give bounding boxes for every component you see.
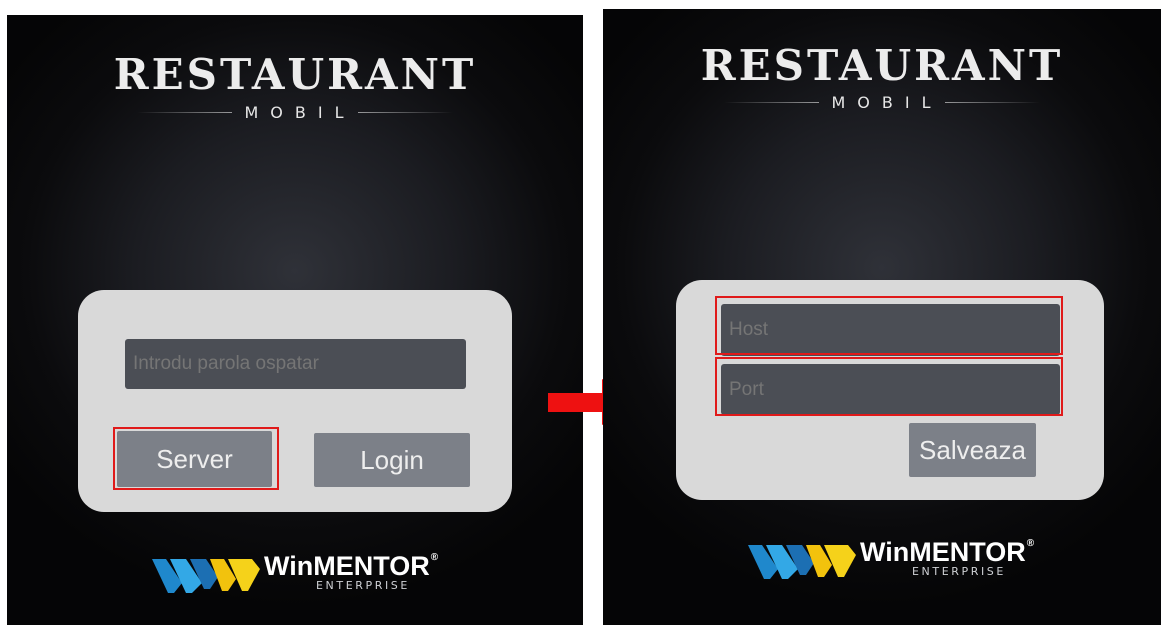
- logo-reg: ®: [430, 552, 439, 563]
- winmentor-logo: WinMENTOR® ENTERPRISE: [152, 553, 462, 598]
- logo-enterprise: ENTERPRISE: [316, 579, 410, 592]
- app-title: RESTAURANT: [113, 50, 477, 99]
- server-button-highlight: [113, 427, 279, 490]
- logo-wordmark: WinMENTOR®: [264, 553, 438, 580]
- save-button[interactable]: Salveaza: [909, 423, 1036, 477]
- host-input-highlight: [715, 296, 1063, 355]
- app-title: RESTAURANT: [700, 41, 1064, 90]
- app-subtitle-text: MOBIL: [244, 103, 356, 122]
- port-input-highlight: [715, 357, 1063, 416]
- winmentor-logo-icon: [748, 545, 856, 579]
- app-subtitle: MOBIL: [603, 93, 1161, 112]
- logo-enterprise: ENTERPRISE: [912, 565, 1006, 578]
- waiter-password-input[interactable]: [125, 339, 466, 389]
- logo-name: WinMENTOR: [264, 551, 430, 581]
- logo-name: WinMENTOR: [860, 537, 1026, 567]
- logo-reg: ®: [1026, 538, 1035, 549]
- login-button[interactable]: Login: [314, 433, 470, 487]
- app-subtitle-text: MOBIL: [831, 93, 943, 112]
- app-subtitle: MOBIL: [7, 103, 583, 122]
- login-screen: RESTAURANT MOBIL Server Login WinMENTOR®…: [7, 15, 583, 625]
- server-settings-screen: RESTAURANT MOBIL Salveaza WinMENTOR® ENT…: [603, 9, 1161, 625]
- winmentor-logo: WinMENTOR® ENTERPRISE: [748, 539, 1058, 584]
- winmentor-logo-icon: [152, 559, 260, 593]
- logo-wordmark: WinMENTOR®: [860, 539, 1034, 566]
